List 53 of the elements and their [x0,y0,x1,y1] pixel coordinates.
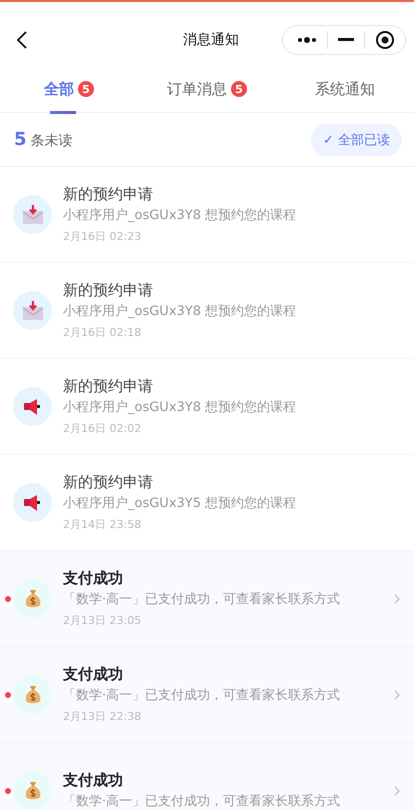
message-item[interactable]: 支付成功 「数学·高一」已支付成功，可查看家长联系方式 2月13日 22:38 [0,647,414,743]
unread-label: 条未读 [30,132,73,150]
mark-all-read-button[interactable]: ✓ 全部已读 [310,124,402,156]
message-item[interactable]: 新的预约申请 小程序用户_osGUx3Y8 想预约您的课程 2月16日 02:18 [0,263,414,359]
megaphone-icon [22,494,42,512]
capsule-menu[interactable] [282,25,406,55]
message-time: 2月13日 22:38 [63,708,142,724]
message-text: 小程序用户_osGUx3Y8 想预约您的课程 [63,302,298,320]
message-text: 小程序用户_osGUx3Y8 想预约您的课程 [63,206,298,224]
message-text: 「数学·高一」已支付成功，可查看家长联系方式 [63,792,342,810]
message-title: 支付成功 [63,664,124,684]
message-item[interactable]: 支付成功 「数学·高一」已支付成功，可查看家长联系方式 [0,743,414,810]
more-icon[interactable] [297,36,317,44]
chevron-right-icon [394,690,400,700]
message-item[interactable]: 新的预约申请 小程序用户_osGUx3Y8 想预约您的课程 2月16日 02:23 [0,167,414,263]
count-badge: 5 [231,81,247,97]
unread-count: 5 [14,129,27,150]
tab[interactable]: 订单消息 5 [138,80,276,112]
envelope-icon [22,300,44,320]
back-icon[interactable] [16,30,28,50]
message-text: 小程序用户_osGUx3Y8 想预约您的课程 [63,398,298,416]
envelope-icon [22,204,44,224]
money-bag-icon [24,780,42,800]
unread-dot [5,788,11,794]
minimize-icon[interactable] [338,38,354,42]
unread-dot [5,596,11,602]
money-bag-icon [24,588,42,608]
count-badge: 5 [78,81,94,97]
tab[interactable]: 系统通知 [276,80,414,112]
message-item[interactable]: 新的预约申请 小程序用户_osGUx3Y8 想预约您的课程 2月16日 02:02 [0,359,414,455]
close-icon[interactable] [375,30,395,50]
chevron-right-icon [394,594,400,604]
message-title: 支付成功 [63,568,124,588]
message-title: 新的预约申请 [63,280,154,300]
message-title: 新的预约申请 [63,472,154,492]
tab[interactable]: 全部 5 [0,80,138,112]
page-title: 消息通知 [183,31,239,49]
message-time: 2月16日 02:23 [63,228,142,244]
megaphone-icon [22,398,42,416]
message-time: 2月14日 23:58 [63,516,142,532]
message-text: 「数学·高一」已支付成功，可查看家长联系方式 [63,590,342,608]
message-title: 新的预约申请 [63,184,154,204]
chevron-right-icon [394,786,400,796]
message-item[interactable]: 支付成功 「数学·高一」已支付成功，可查看家长联系方式 2月13日 23:05 [0,551,414,647]
message-title: 新的预约申请 [63,376,154,396]
message-time: 2月13日 23:05 [63,612,142,628]
message-text: 小程序用户_osGUx3Y5 想预约您的课程 [63,494,298,512]
message-text: 「数学·高一」已支付成功，可查看家长联系方式 [63,686,342,704]
message-time: 2月16日 02:02 [63,420,142,436]
message-title: 支付成功 [63,770,124,790]
unread-dot [5,692,11,698]
message-time: 2月16日 02:18 [63,324,142,340]
money-bag-icon [24,684,42,704]
